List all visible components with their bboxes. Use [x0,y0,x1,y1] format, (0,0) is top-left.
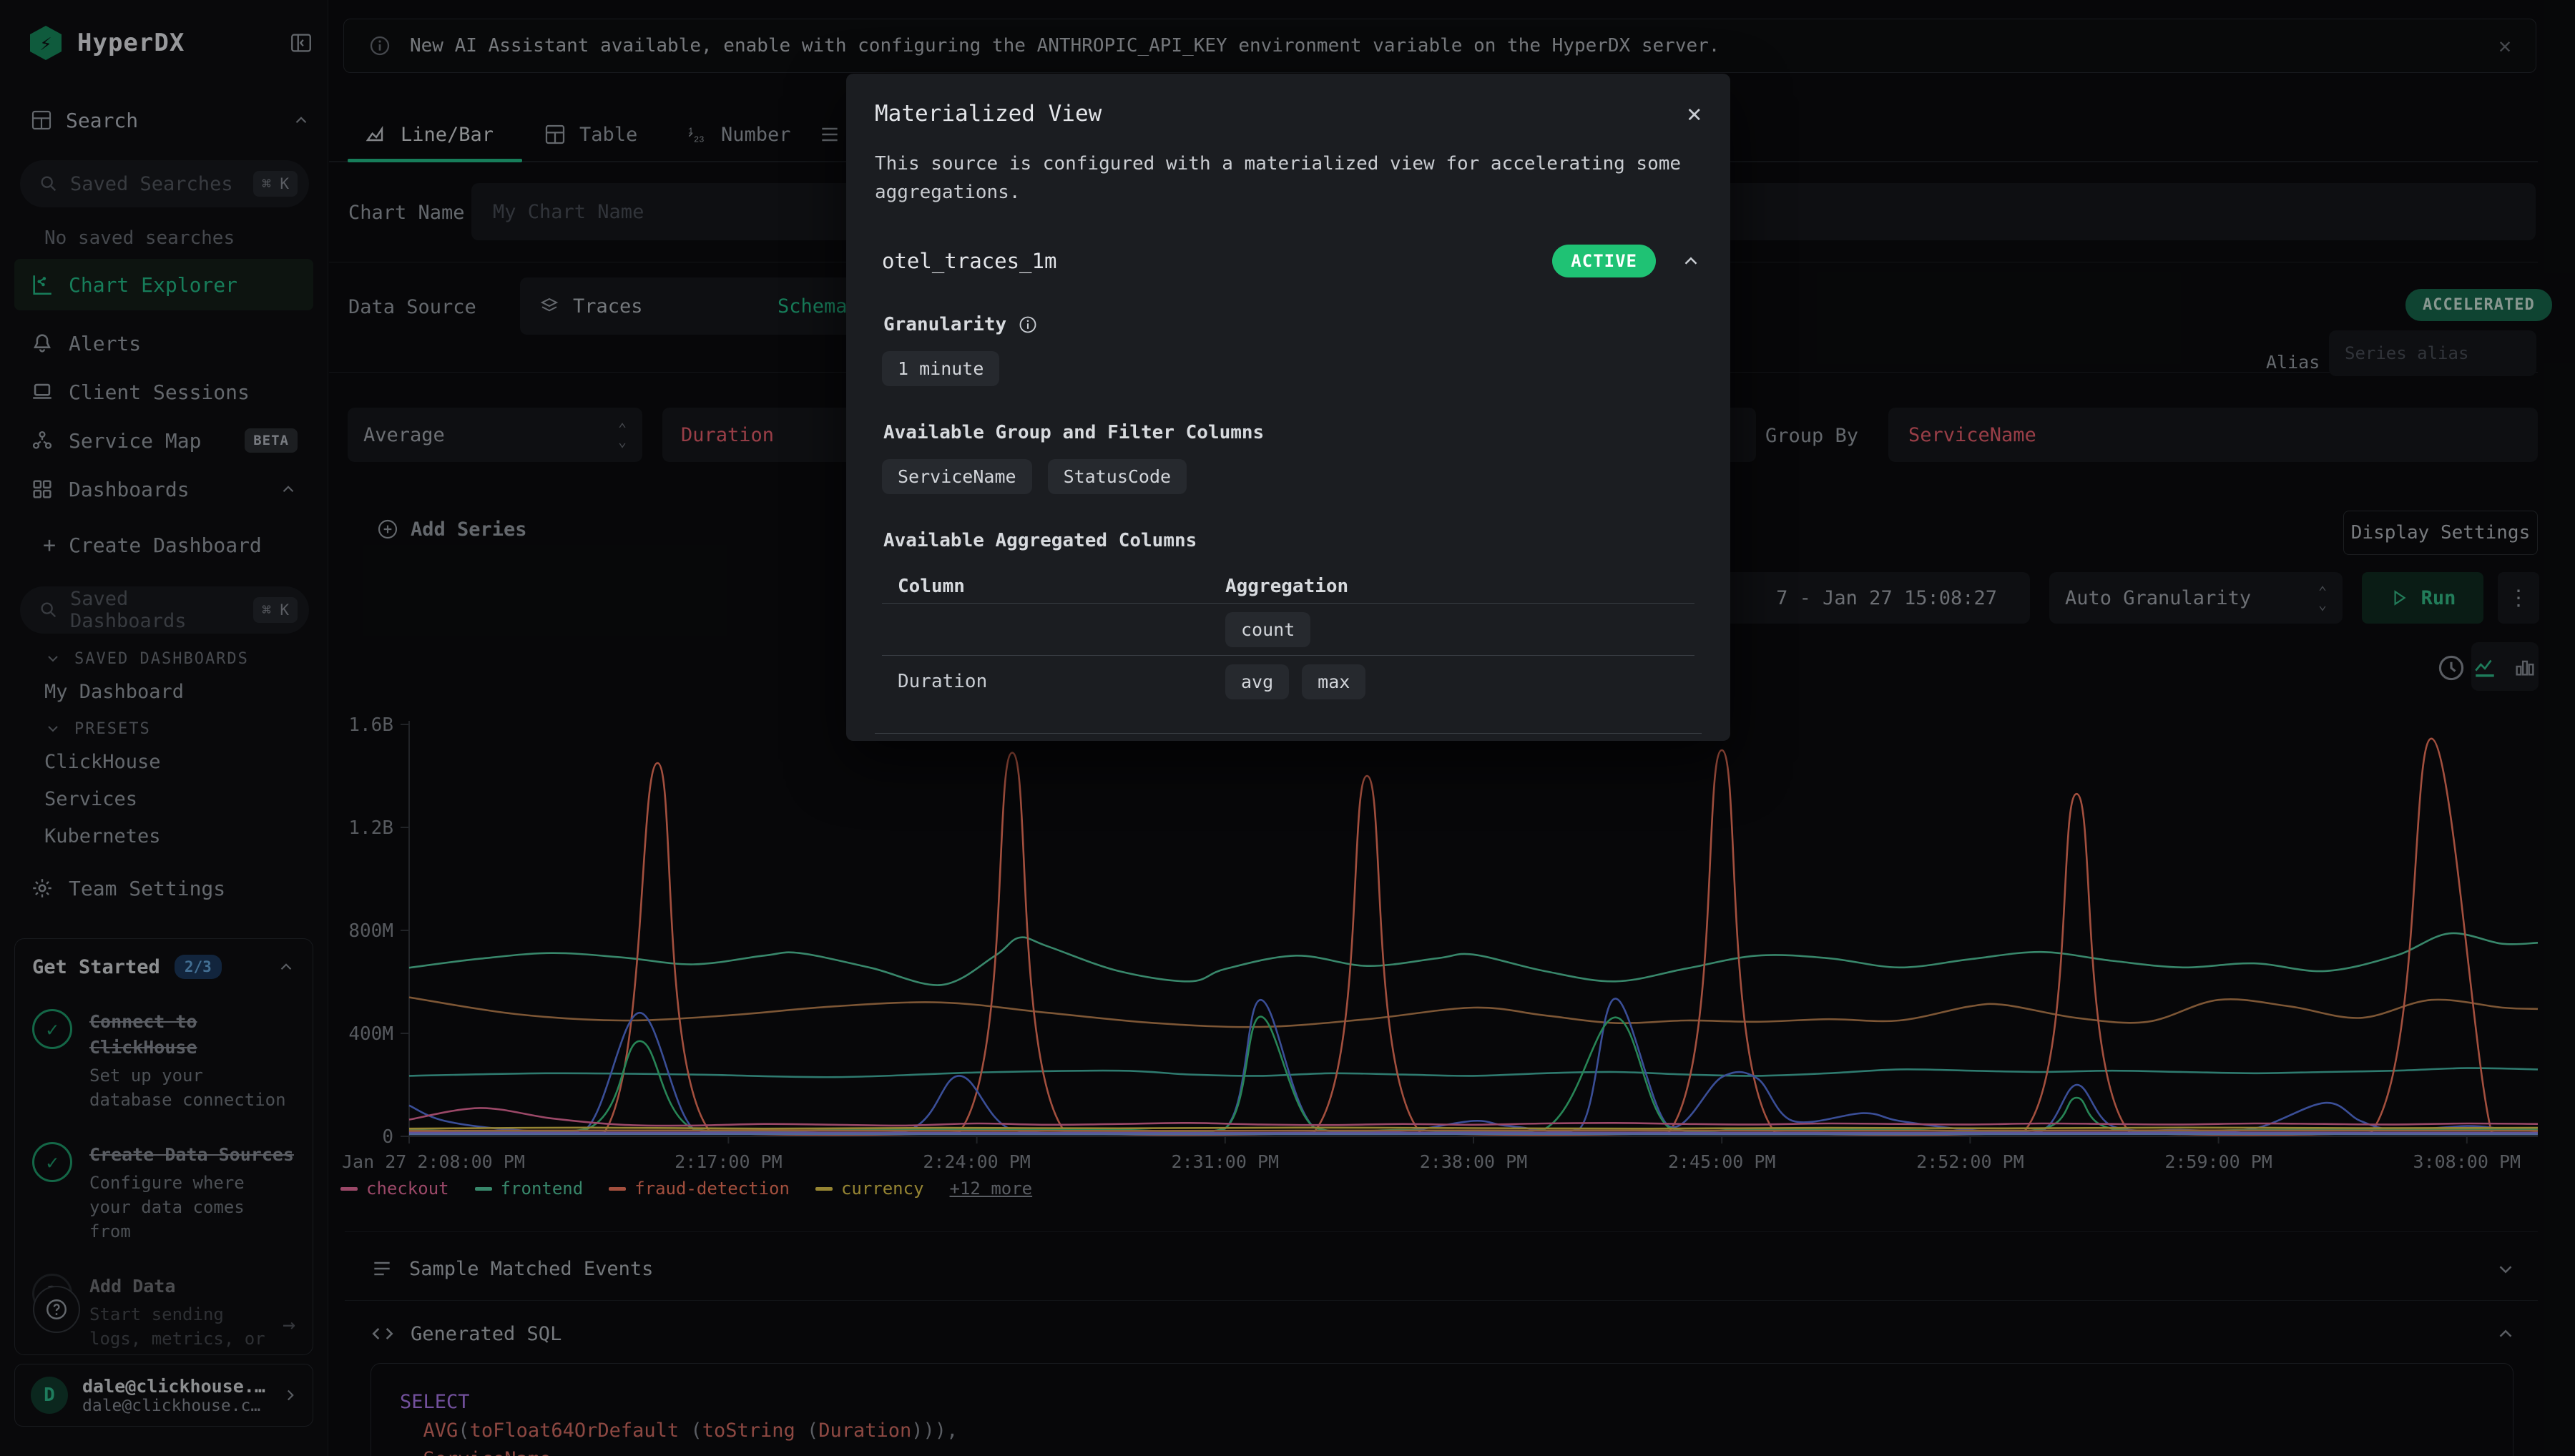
active-status-badge: ACTIVE [1552,245,1656,277]
info-icon [1018,315,1038,335]
chevron-up-icon[interactable] [1680,250,1702,272]
table-row: count [882,604,1694,655]
aggregated-columns-table: Column Aggregation count Duration avg ma… [875,570,1702,707]
column-cell: Duration [882,671,1225,692]
group-filter-columns-label: Available Group and Filter Columns [883,422,1264,443]
group-filter-chip: ServiceName [882,459,1032,494]
group-filter-chips: ServiceName StatusCode [875,459,1702,494]
column-header: Column [882,576,1225,597]
granularity-chip: 1 minute [882,351,999,386]
table-row: Duration avg max [882,656,1694,707]
aggregation-header: Aggregation [1225,576,1348,597]
modal-description: This source is configured with a materia… [875,149,1702,207]
granularity-label: Granularity [883,314,1006,335]
aggregation-chip: avg [1225,664,1289,699]
aggregated-columns-label: Available Aggregated Columns [883,530,1197,551]
aggregation-chip: count [1225,612,1310,647]
view-name: otel_traces_1m [882,249,1552,273]
modal-bottom-divider [875,733,1702,734]
group-filter-chip: StatusCode [1048,459,1187,494]
materialized-view-modal: Materialized View ✕ This source is confi… [846,74,1730,741]
aggregation-chip: max [1302,664,1365,699]
modal-title: Materialized View [875,101,1687,127]
modal-close-icon[interactable]: ✕ [1687,99,1702,128]
